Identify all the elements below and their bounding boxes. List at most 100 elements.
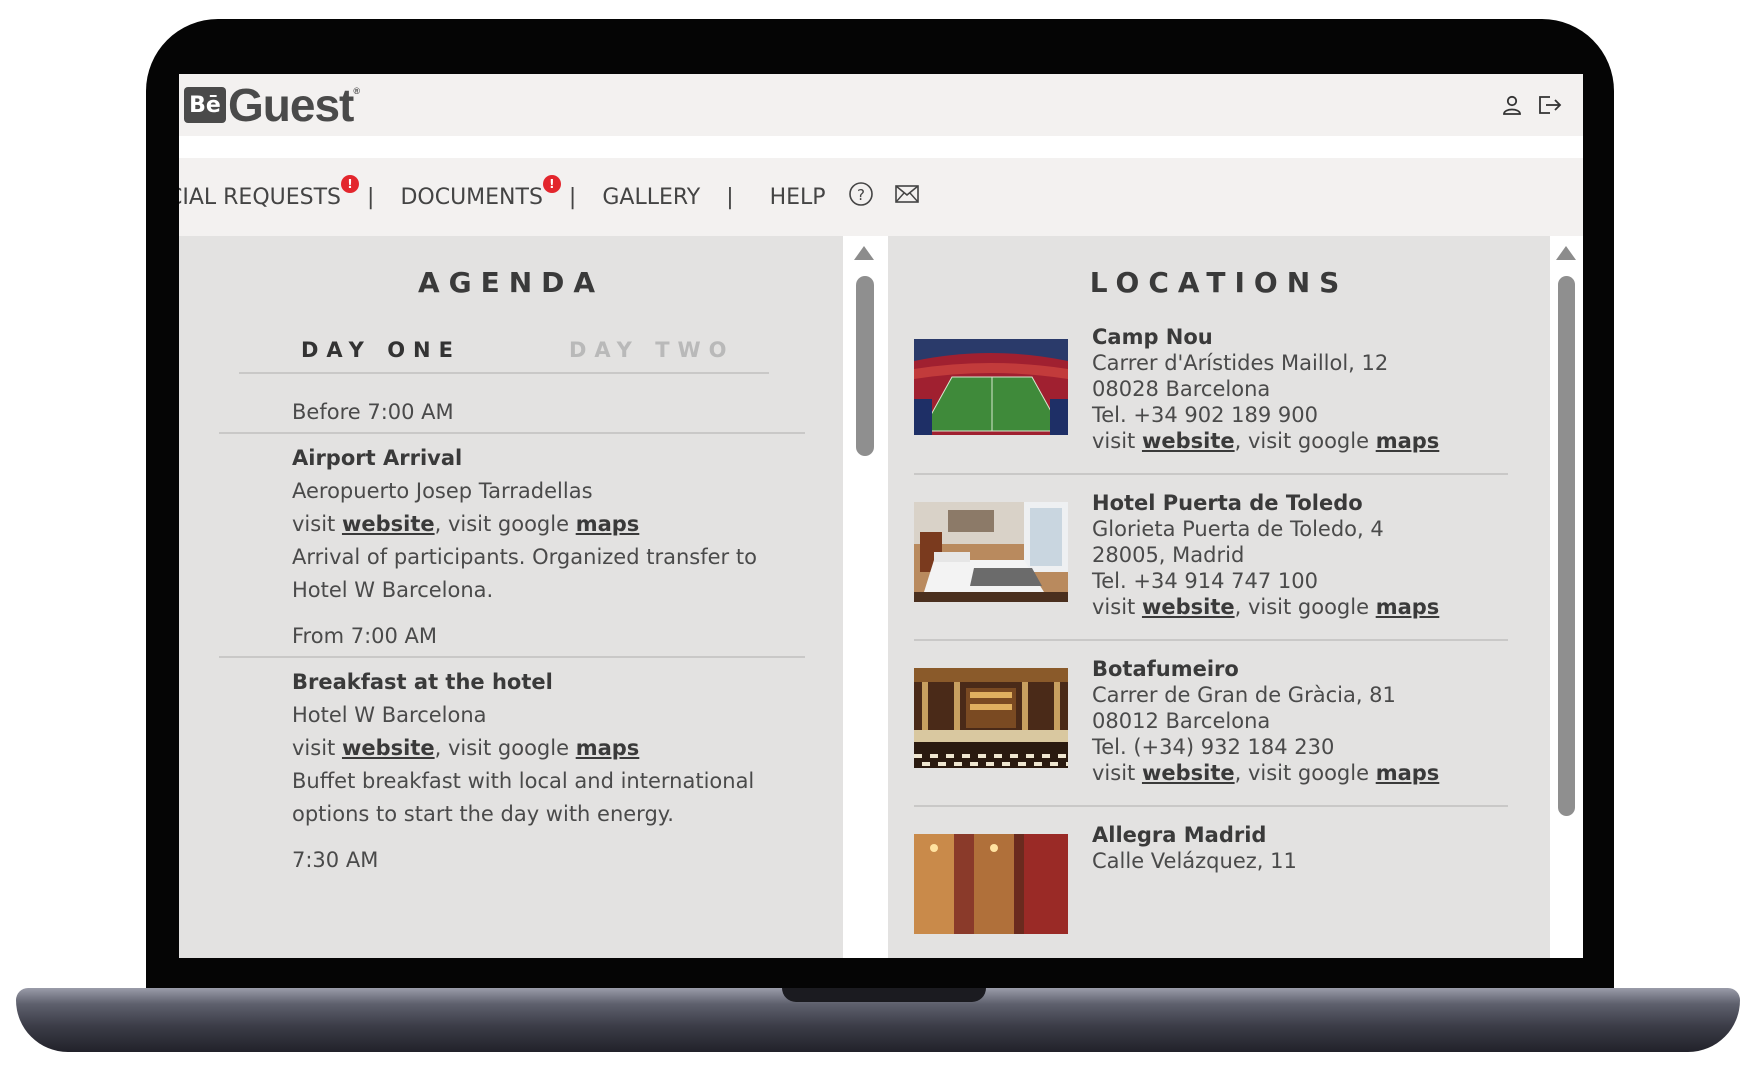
agenda-event-description: Arrival of participants. Organized trans… bbox=[292, 545, 757, 602]
agenda-divider bbox=[219, 432, 805, 434]
svg-text:?: ? bbox=[857, 186, 865, 204]
scroll-up-arrow[interactable] bbox=[1556, 246, 1576, 260]
location-phone: Tel. +34 914 747 100 bbox=[1092, 569, 1318, 593]
location-links: visit website, visit google maps bbox=[1092, 428, 1492, 454]
visit-text: visit bbox=[292, 736, 342, 760]
location-details: Hotel Puerta de Toledo Glorieta Puerta d… bbox=[1092, 490, 1492, 620]
location-item: Botafumeiro Carrer de Gran de Gràcia, 81… bbox=[914, 656, 1474, 785]
agenda-event: Airport Arrival Aeropuerto Josep Tarrade… bbox=[292, 442, 812, 607]
location-address: Carrer de Gran de Gràcia, 81 bbox=[1092, 683, 1396, 707]
nav-gallery-label: GALLERY bbox=[602, 184, 701, 210]
nav-separator: | bbox=[568, 184, 577, 210]
location-city: 08012 Barcelona bbox=[1092, 709, 1271, 733]
logo-badge: Bē bbox=[184, 87, 226, 123]
agenda-event-description: Buffet breakfast with local and internat… bbox=[292, 769, 755, 826]
location-phone: Tel. +34 902 189 900 bbox=[1092, 403, 1318, 427]
website-link[interactable]: website bbox=[1142, 595, 1235, 619]
website-link[interactable]: website bbox=[342, 736, 435, 760]
maps-link[interactable]: maps bbox=[1376, 429, 1440, 453]
visit-google-text: , visit google bbox=[1234, 761, 1376, 785]
agenda-event: Breakfast at the hotel Hotel W Barcelona… bbox=[292, 666, 812, 831]
visit-google-text: , visit google bbox=[1234, 429, 1376, 453]
nav-gallery[interactable]: GALLERY bbox=[602, 185, 700, 210]
scroll-up-arrow[interactable] bbox=[854, 246, 874, 260]
location-details: Allegra Madrid Calle Velázquez, 11 bbox=[1092, 822, 1492, 874]
documents-alert-badge: ! bbox=[542, 174, 561, 193]
visit-google-text: , visit google bbox=[434, 512, 576, 536]
app-header: Bē Guest® bbox=[179, 74, 1583, 136]
agenda-event-location: Aeropuerto Josep Tarradellas bbox=[292, 479, 593, 503]
agenda-title: AGENDA bbox=[417, 266, 605, 299]
agenda-event-location: Hotel W Barcelona bbox=[292, 703, 487, 727]
agenda-time: From 7:00 AM bbox=[292, 624, 438, 648]
location-address: Carrer d'Arístides Maillol, 12 bbox=[1092, 351, 1389, 375]
logo-registered-mark: ® bbox=[353, 86, 360, 96]
website-link[interactable]: website bbox=[1142, 761, 1235, 785]
location-name: Camp Nou bbox=[1092, 325, 1213, 349]
tab-day-one[interactable]: DAY ONE bbox=[301, 338, 461, 362]
visit-text: visit bbox=[1092, 761, 1142, 785]
agenda-scrollbar[interactable] bbox=[843, 236, 888, 958]
maps-link[interactable]: maps bbox=[576, 736, 640, 760]
location-divider bbox=[914, 805, 1508, 807]
website-link[interactable]: website bbox=[342, 512, 435, 536]
location-details: Botafumeiro Carrer de Gran de Gràcia, 81… bbox=[1092, 656, 1492, 786]
tab-day-two[interactable]: DAY TWO bbox=[569, 338, 735, 362]
header-actions bbox=[1501, 94, 1563, 116]
agenda-panel: AGENDA DAY ONE DAY TWO Before 7:00 AM Ai… bbox=[179, 236, 843, 958]
location-address: Glorieta Puerta de Toledo, 4 bbox=[1092, 517, 1384, 541]
nav-help[interactable]: HELP bbox=[770, 185, 826, 210]
nav-documents[interactable]: DOCUMENTS ! bbox=[400, 174, 561, 210]
location-name: Hotel Puerta de Toledo bbox=[1092, 491, 1363, 515]
logo-wordmark: Guest bbox=[228, 79, 354, 131]
nav-separator: | bbox=[367, 184, 375, 210]
help-icon[interactable]: ? bbox=[848, 181, 874, 213]
nav-special-requests[interactable]: CIAL REQUESTS ! bbox=[179, 174, 360, 210]
hotel-room-photo[interactable] bbox=[914, 502, 1068, 602]
restaurant-photo[interactable] bbox=[914, 668, 1068, 768]
logo-text: Guest® bbox=[228, 82, 360, 128]
location-item: Hotel Puerta de Toledo Glorieta Puerta d… bbox=[914, 490, 1474, 619]
laptop-notch bbox=[782, 988, 986, 1002]
maps-link[interactable]: maps bbox=[1376, 761, 1440, 785]
location-links: visit website, visit google maps bbox=[1092, 594, 1492, 620]
nav-help-label: HELP bbox=[769, 184, 826, 210]
special-requests-alert-badge: ! bbox=[341, 174, 360, 193]
laptop-screen: Bē Guest® CIAL REQUESTS ! | DOCUMENTS ! … bbox=[179, 74, 1583, 958]
restaurant-interior-photo[interactable] bbox=[914, 834, 1068, 934]
location-divider bbox=[914, 639, 1508, 641]
nav-documents-label: DOCUMENTS bbox=[400, 184, 543, 210]
maps-link[interactable]: maps bbox=[576, 512, 640, 536]
location-address: Calle Velázquez, 11 bbox=[1092, 849, 1297, 873]
visit-text: visit bbox=[1092, 595, 1142, 619]
locations-panel: LOCATIONS Camp Nou Carrer d'Arístides Ma… bbox=[888, 236, 1550, 958]
beguest-logo[interactable]: Bē Guest® bbox=[184, 82, 360, 128]
nav-separator: | bbox=[726, 184, 734, 210]
website-link[interactable]: website bbox=[1142, 429, 1235, 453]
location-divider bbox=[914, 473, 1508, 475]
locations-title: LOCATIONS bbox=[1089, 266, 1349, 299]
visit-google-text: , visit google bbox=[1234, 595, 1376, 619]
location-phone: Tel. (+34) 932 184 230 bbox=[1092, 735, 1335, 759]
agenda-time: 7:30 AM bbox=[292, 848, 379, 872]
agenda-event-links: visit website, visit google maps bbox=[292, 732, 812, 765]
location-item: Camp Nou Carrer d'Arístides Maillol, 12 … bbox=[914, 324, 1474, 453]
locations-scrollbar[interactable] bbox=[1550, 236, 1583, 958]
agenda-time: Before 7:00 AM bbox=[292, 400, 454, 424]
location-details: Camp Nou Carrer d'Arístides Maillol, 12 … bbox=[1092, 324, 1492, 454]
scroll-thumb[interactable] bbox=[1558, 276, 1575, 816]
agenda-event-links: visit website, visit google maps bbox=[292, 508, 812, 541]
visit-google-text: , visit google bbox=[434, 736, 576, 760]
stadium-photo[interactable] bbox=[914, 339, 1068, 435]
user-icon[interactable] bbox=[1501, 94, 1523, 116]
mail-icon[interactable] bbox=[894, 184, 920, 210]
maps-link[interactable]: maps bbox=[1376, 595, 1440, 619]
agenda-divider bbox=[219, 656, 805, 658]
visit-text: visit bbox=[292, 512, 342, 536]
logout-icon[interactable] bbox=[1537, 94, 1563, 116]
location-links: visit website, visit google maps bbox=[1092, 760, 1492, 786]
nav-items: CIAL REQUESTS ! | DOCUMENTS ! | GALLERY … bbox=[179, 158, 920, 236]
location-name: Allegra Madrid bbox=[1092, 823, 1267, 847]
location-item: Allegra Madrid Calle Velázquez, 11 bbox=[914, 822, 1474, 958]
scroll-thumb[interactable] bbox=[856, 276, 874, 456]
